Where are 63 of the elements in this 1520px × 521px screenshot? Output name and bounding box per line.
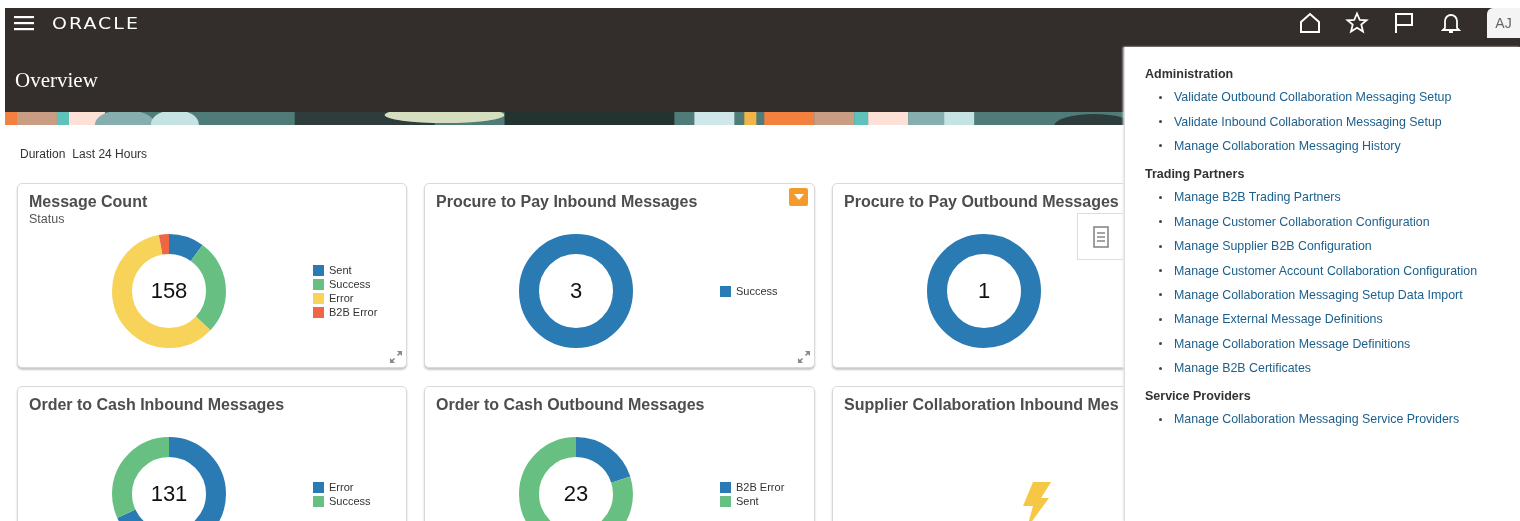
- expand-icon[interactable]: [390, 351, 402, 363]
- task-link[interactable]: Manage Collaboration Messaging Setup Data Import: [1174, 287, 1463, 302]
- bullet-icon: [1159, 418, 1162, 421]
- filter-label: Duration: [20, 147, 66, 161]
- legend-label: Success: [329, 278, 371, 290]
- task-link[interactable]: Manage External Message Definitions: [1174, 312, 1383, 327]
- bullet-icon: [1159, 342, 1162, 346]
- legend-label: Sent: [329, 264, 352, 276]
- task-link[interactable]: Manage Collaboration Message Definitions: [1174, 336, 1411, 351]
- bullet-icon: [1159, 269, 1162, 273]
- task-link[interactable]: Manage Supplier B2B Configuration: [1174, 239, 1372, 254]
- legend-label: B2B Error: [736, 481, 785, 493]
- page-title: Overview: [15, 68, 98, 93]
- filter-value[interactable]: Last 24 Hours: [72, 147, 148, 161]
- section-heading: Administration: [1145, 67, 1235, 81]
- expand-icon[interactable]: [798, 351, 810, 363]
- chart-total: 1: [977, 278, 991, 304]
- chart-total: 3: [569, 278, 583, 304]
- chart-total: 158: [150, 278, 188, 304]
- home-icon[interactable]: [1298, 11, 1322, 35]
- bullet-icon: [1159, 366, 1162, 370]
- star-icon[interactable]: [1345, 11, 1369, 35]
- bullet-icon: [1159, 95, 1162, 99]
- task-link[interactable]: Manage Customer Account Collaboration Configuration: [1174, 263, 1478, 278]
- task-link[interactable]: Manage B2B Certificates: [1174, 361, 1312, 376]
- bullet-icon: [1159, 293, 1162, 297]
- legend-label: Success: [329, 495, 371, 507]
- bullet-icon: [1159, 144, 1162, 148]
- card-title: Procure to Pay Inbound Messages: [436, 193, 698, 211]
- bullet-icon: [1159, 220, 1162, 224]
- section-heading: Trading Partners: [1145, 167, 1246, 182]
- chart-total: 23: [563, 481, 589, 507]
- card-subtitle: Status: [29, 212, 66, 226]
- bullet-icon: [1159, 195, 1162, 199]
- legend-label: Error: [329, 292, 354, 304]
- legend-label: Sent: [736, 495, 759, 507]
- chart-total: 131: [150, 481, 188, 507]
- task-link[interactable]: Manage Collaboration Messaging Service Providers: [1174, 412, 1460, 427]
- document-tab-button[interactable]: [1077, 213, 1124, 260]
- legend-label: Success: [736, 285, 778, 297]
- task-link[interactable]: Manage B2B Trading Partners: [1174, 190, 1341, 205]
- card-title: Supplier Collaboration Inbound Mes: [844, 396, 1119, 414]
- task-link[interactable]: Validate Outbound Collaboration Messaging Setup: [1174, 90, 1452, 105]
- card-title: Procure to Pay Outbound Messages: [844, 193, 1119, 211]
- section-heading: Service Providers: [1145, 389, 1252, 404]
- card-title: Order to Cash Outbound Messages: [436, 396, 705, 414]
- legend-label: B2B Error: [329, 306, 378, 318]
- legend-label: Error: [329, 481, 354, 493]
- notification-bell-icon[interactable]: [1439, 11, 1463, 35]
- bullet-icon: [1159, 120, 1162, 124]
- bullet-icon: [1159, 244, 1162, 248]
- task-link[interactable]: Validate Inbound Collaboration Messaging Setup: [1174, 114, 1442, 129]
- flag-icon[interactable]: [1392, 11, 1416, 35]
- logo-text: ORACLE: [52, 13, 140, 33]
- caret-icon: [793, 194, 804, 200]
- document-icon: [1093, 225, 1109, 248]
- menu-button[interactable]: [14, 15, 34, 31]
- card-title: Order to Cash Inbound Messages: [29, 396, 285, 414]
- bullet-icon: [1159, 317, 1162, 321]
- card-title: Message Count: [29, 193, 148, 211]
- task-link[interactable]: Manage Collaboration Messaging History: [1174, 138, 1401, 153]
- task-link[interactable]: Manage Customer Collaboration Configuration: [1174, 214, 1430, 229]
- user-avatar[interactable]: AJ: [1487, 8, 1520, 38]
